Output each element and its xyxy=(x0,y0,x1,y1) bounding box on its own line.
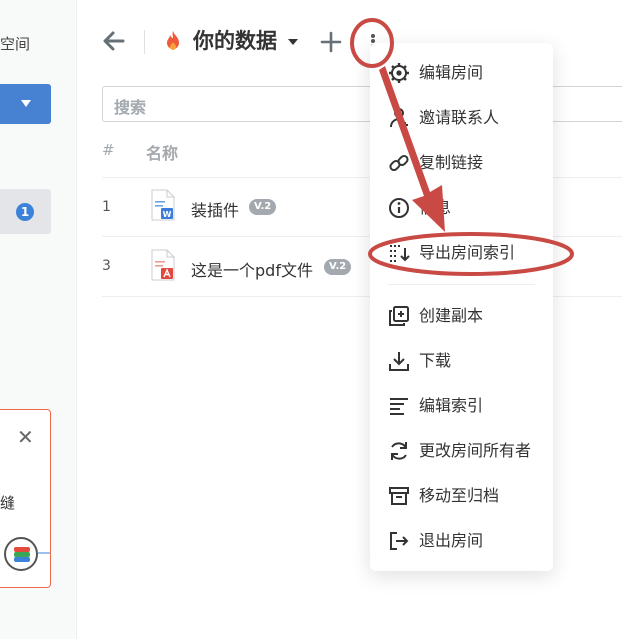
menu-item-label: 移动至归档 xyxy=(419,486,500,505)
row-number: 3 xyxy=(102,258,111,274)
add-person-icon xyxy=(390,108,408,128)
room-title[interactable]: 你的数据 xyxy=(193,27,277,55)
menu-item-label: 编辑房间 xyxy=(419,63,484,82)
pdf-file-icon xyxy=(151,249,175,281)
menu-item-export-room-index[interactable]: 导出房间索引 xyxy=(370,233,553,273)
menu-item-change-owner[interactable]: 更改房间所有者 xyxy=(370,431,553,471)
flame-icon xyxy=(167,31,179,50)
row-number: 1 xyxy=(102,199,111,215)
file-name[interactable]: 装插件 xyxy=(191,197,239,221)
promo-card-text: 缝 xyxy=(0,494,16,512)
menu-item-move-to-archive[interactable]: 移动至归档 xyxy=(370,476,553,516)
sidebar-dropdown-button[interactable] xyxy=(0,84,51,124)
menu-item-label: 更改房间所有者 xyxy=(419,441,532,460)
version-badge[interactable]: V.2 xyxy=(249,199,277,215)
menu-item-copy-link[interactable]: 复制链接 xyxy=(370,143,553,183)
promo-divider xyxy=(38,552,50,554)
edit-index-icon xyxy=(390,398,408,415)
menu-item-label: 邀请联系人 xyxy=(419,108,500,127)
arrow-left-icon[interactable] xyxy=(101,28,127,54)
menu-item-label: 编辑索引 xyxy=(419,396,484,415)
menu-item-info[interactable]: 信息 xyxy=(370,188,553,228)
info-icon xyxy=(389,198,409,218)
menu-item-leave-room[interactable]: 退出房间 xyxy=(370,521,553,561)
header-divider xyxy=(144,30,145,54)
menu-item-edit-index[interactable]: 编辑索引 xyxy=(370,386,553,426)
exit-icon xyxy=(390,532,409,550)
onlyoffice-logo-icon xyxy=(4,537,38,571)
menu-separator xyxy=(388,284,535,285)
sidebar-count-badge: 1 xyxy=(16,203,34,221)
menu-item-download[interactable]: 下载 xyxy=(370,341,553,381)
file-name[interactable]: 这是一个pdf文件 xyxy=(191,257,313,281)
menu-item-label: 下载 xyxy=(419,351,452,370)
plus-icon[interactable] xyxy=(319,30,343,54)
version-badge[interactable]: V.2 xyxy=(324,259,352,275)
link-icon xyxy=(389,154,409,172)
menu-item-label: 复制链接 xyxy=(419,153,484,172)
menu-item-label: 创建副本 xyxy=(419,306,484,325)
word-file-icon: W xyxy=(151,189,175,221)
left-sidebar: 空间 1 ✕ 缝 xyxy=(0,0,77,639)
refresh-owner-icon xyxy=(391,442,407,460)
archive-icon xyxy=(389,487,409,505)
menu-item-label: 导出房间索引 xyxy=(419,243,516,262)
close-icon[interactable]: ✕ xyxy=(17,427,34,447)
svg-text:W: W xyxy=(163,210,172,219)
duplicate-icon xyxy=(389,306,409,326)
column-header-name[interactable]: 名称 xyxy=(146,140,178,164)
column-header-number: # xyxy=(102,141,115,159)
menu-item-edit-room[interactable]: 编辑房间 xyxy=(370,53,553,93)
caret-down-icon xyxy=(21,100,31,107)
menu-item-duplicate[interactable]: 创建副本 xyxy=(370,296,553,336)
search-placeholder: 搜索 xyxy=(114,98,147,117)
menu-item-label: 退出房间 xyxy=(419,531,484,550)
download-icon xyxy=(389,352,409,371)
sidebar-space-label[interactable]: 空间 xyxy=(0,33,30,54)
menu-item-invite-contacts[interactable]: 邀请联系人 xyxy=(370,98,553,138)
caret-down-icon[interactable] xyxy=(288,39,298,45)
gear-icon xyxy=(389,63,409,83)
room-context-menu: 编辑房间 邀请联系人 复制链接 信息 导出房间索引 创建副本 下载 编辑索引 更… xyxy=(370,43,553,571)
menu-item-label: 信息 xyxy=(419,198,452,217)
export-index-icon xyxy=(390,245,410,262)
